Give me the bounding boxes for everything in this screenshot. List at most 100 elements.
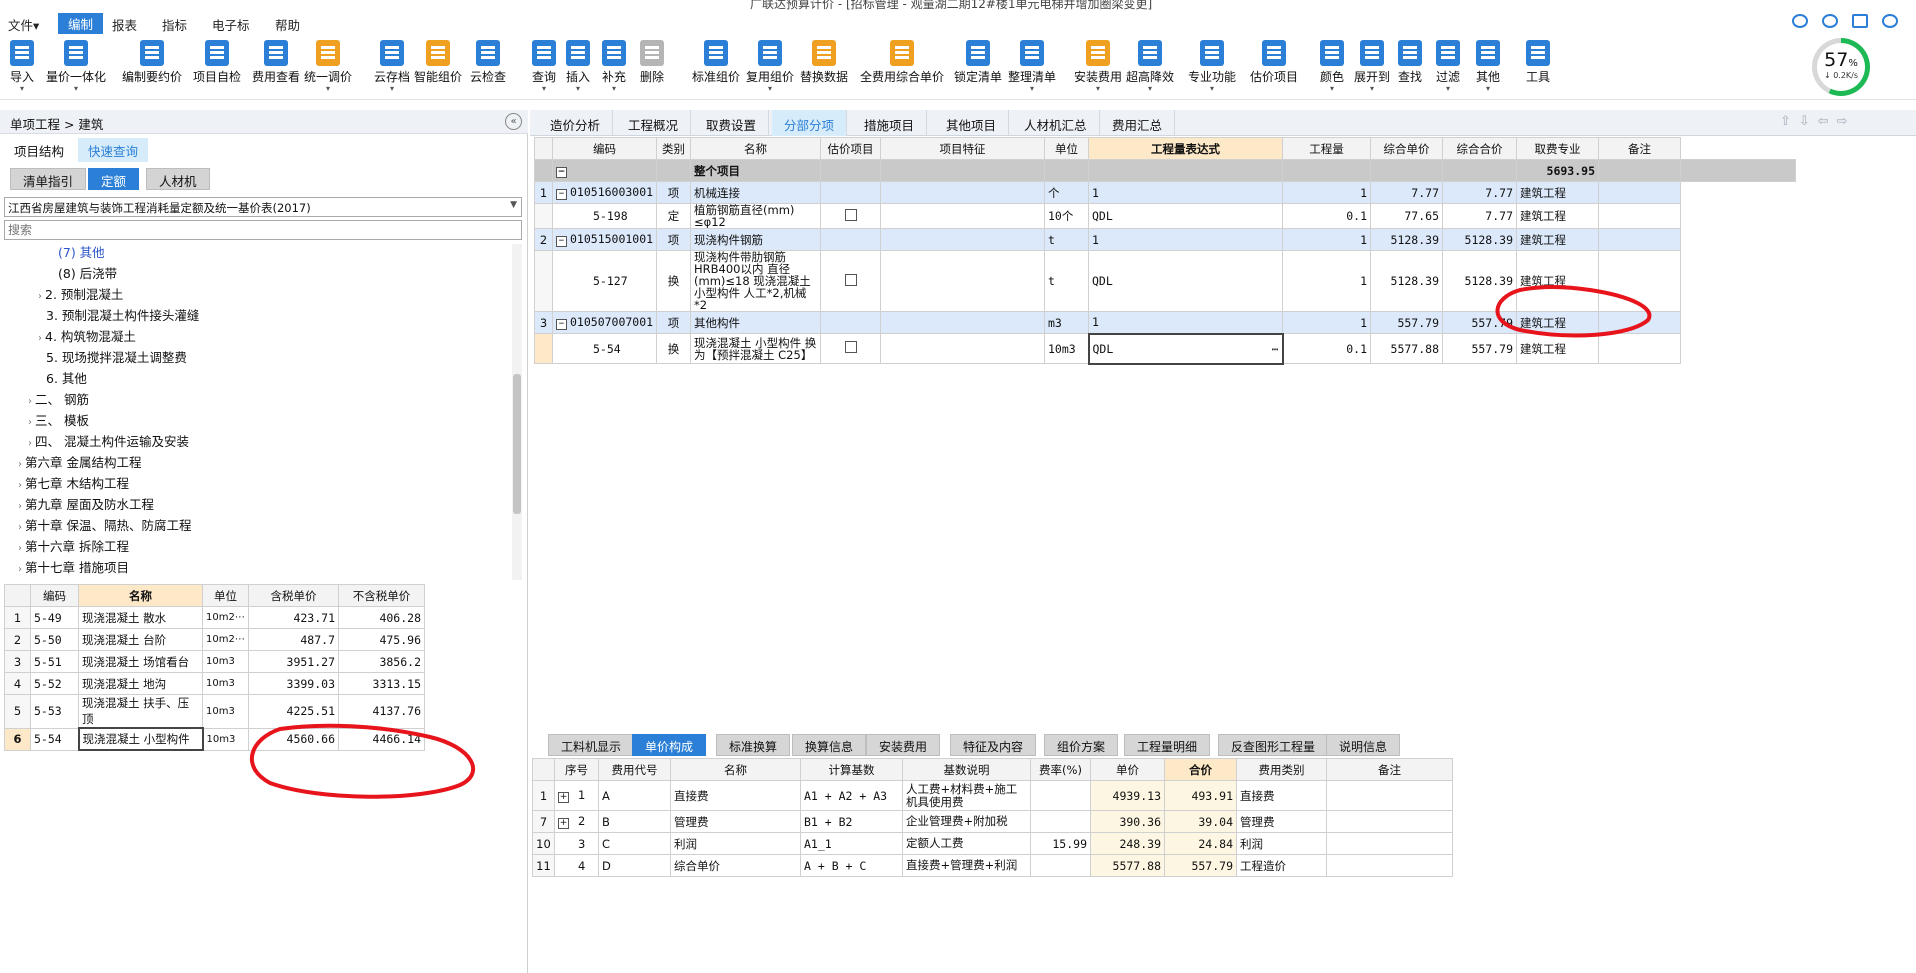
- bill-header[interactable]: 单位: [1044, 137, 1089, 160]
- tree-node[interactable]: › 4. 构筑物混凝土: [38, 326, 136, 345]
- bill-item-row[interactable]: 1−010516003001 项机械连接个 1 1 7.77 7.77 建筑工程: [534, 181, 1796, 204]
- code-cell[interactable]: −010516003001: [552, 181, 657, 204]
- quota-row[interactable]: 5 5-53 现浇混凝土 扶手、压顶 10m3 4225.51 4137.76: [4, 694, 425, 729]
- quota-sub-row[interactable]: 5-198 定植筋钢筋直径(mm) ≤φ12 10个 QDL 0.1 77.65 7.77 建…: [534, 203, 1796, 229]
- expand-chevron-icon[interactable]: ›: [28, 396, 32, 407]
- toolbar-button-6[interactable]: 云存档 ▾: [374, 40, 410, 93]
- tab-project-structure[interactable]: 项目结构: [4, 138, 74, 162]
- detail-tab-2[interactable]: 标准换算: [716, 734, 791, 756]
- tree-scrollbar[interactable]: [512, 244, 522, 580]
- quota-header[interactable]: 单位: [202, 584, 249, 607]
- cost-header[interactable]: 序号: [554, 758, 599, 781]
- seq-cell[interactable]: 4: [554, 854, 599, 877]
- code-cell[interactable]: 5-198: [552, 203, 657, 229]
- bill-header[interactable]: 估价项目: [820, 137, 881, 160]
- cost-header[interactable]: 合价: [1164, 758, 1237, 781]
- detail-tab-3[interactable]: 换算信息: [792, 734, 867, 756]
- toolbar-button-22[interactable]: 估价项目: [1250, 40, 1298, 85]
- tree-node[interactable]: 6. 其他: [46, 368, 87, 387]
- toolbar-button-7[interactable]: 智能组价: [414, 40, 462, 85]
- name-cell[interactable]: 机械连接: [690, 181, 821, 204]
- cost-header[interactable]: 费率(%): [1030, 758, 1091, 781]
- estimate-checkbox[interactable]: [844, 208, 857, 221]
- remark-cell[interactable]: [1326, 780, 1453, 811]
- seq-cell[interactable]: +1: [554, 780, 599, 811]
- feature-cell[interactable]: [880, 250, 1045, 312]
- refresh-icon[interactable]: [1822, 14, 1838, 28]
- name-cell[interactable]: 现浇混凝土 小型构件 换为【预拌混凝土 C25】: [690, 333, 821, 364]
- detail-tab-1[interactable]: 单价构成: [632, 734, 707, 756]
- menu-item-2[interactable]: 报表: [112, 15, 137, 34]
- menu-item-0[interactable]: 文件▾: [8, 15, 39, 34]
- estimate-checkbox[interactable]: [844, 273, 857, 286]
- feature-cell[interactable]: [880, 181, 1045, 204]
- estimate-cell[interactable]: [820, 311, 881, 334]
- quota-library-select[interactable]: 江西省房屋建筑与装饰工程消耗量定额及统一基价表(2017) ▼: [4, 197, 522, 217]
- bill-header[interactable]: 编码: [552, 137, 657, 160]
- quota-row[interactable]: 4 5-52 现浇混凝土 地沟 10m3 3399.03 3313.15: [4, 672, 425, 695]
- expand-chevron-icon[interactable]: ›: [18, 480, 22, 491]
- remark-cell[interactable]: [1598, 181, 1681, 204]
- cost-header[interactable]: 费用类别: [1236, 758, 1327, 781]
- main-tab-7[interactable]: 费用汇总: [1100, 110, 1176, 136]
- name-cell[interactable]: 现浇构件钢筋: [690, 228, 821, 251]
- base-cell[interactable]: B1 + B2: [800, 810, 903, 833]
- toolbar-button-13[interactable]: 标准组价: [692, 40, 740, 85]
- expand-icon[interactable]: +: [558, 792, 569, 803]
- subtab-quota[interactable]: 定额: [88, 168, 140, 190]
- more-icon[interactable]: ⋯: [1272, 342, 1279, 356]
- toolbar-button-0[interactable]: 导入 ▾: [10, 40, 34, 93]
- toolbar-button-2[interactable]: 编制要约价: [122, 40, 182, 85]
- estimate-cell[interactable]: [820, 228, 881, 251]
- expand-chevron-icon[interactable]: ›: [18, 459, 22, 470]
- settings-icon[interactable]: [1852, 14, 1868, 28]
- bill-item-row[interactable]: 3−010507007001 项其他构件 m3 1 1 557.79 557.79 建筑工程: [534, 311, 1796, 334]
- collapse-left-icon[interactable]: «: [505, 113, 522, 130]
- quota-header[interactable]: 不含税单价: [338, 584, 425, 607]
- toolbar-button-4[interactable]: 费用查看: [252, 40, 300, 85]
- cost-header[interactable]: 名称: [670, 758, 801, 781]
- main-tab-4[interactable]: 措施项目: [852, 110, 928, 136]
- expand-chevron-icon[interactable]: ›: [38, 291, 42, 302]
- tab-quick-query[interactable]: 快速查询: [78, 138, 149, 162]
- quota-row[interactable]: 2 5-50 现浇混凝土 台阶 10m2⋯ 487.7 475.96: [4, 628, 425, 651]
- expression-cell[interactable]: 1: [1088, 311, 1283, 334]
- remark-cell[interactable]: [1598, 203, 1681, 229]
- tree-node[interactable]: › 第九章 屋面及防水工程: [18, 494, 154, 513]
- toolbar-button-10[interactable]: 插入 ▾: [566, 40, 590, 93]
- base-cell[interactable]: A1_1: [800, 832, 903, 855]
- toolbar-button-14[interactable]: 复用组价 ▾: [746, 40, 794, 93]
- expand-chevron-icon[interactable]: ›: [18, 564, 22, 575]
- expression-cell[interactable]: QDL: [1088, 203, 1283, 229]
- cost-row[interactable]: 11 4 D 综合单价 A + B + C 直接费+管理费+利润 5577.88 557.79…: [532, 854, 1453, 877]
- detail-tab-9[interactable]: 说明信息: [1326, 734, 1401, 756]
- toolbar-button-20[interactable]: 超高降效 ▾: [1126, 40, 1174, 93]
- collapse-icon[interactable]: −: [556, 319, 567, 330]
- collapse-icon[interactable]: −: [556, 189, 567, 200]
- tree-node[interactable]: (8) 后浇带: [58, 263, 117, 282]
- estimate-cell[interactable]: [820, 203, 881, 229]
- menu-item-5[interactable]: 帮助: [275, 15, 300, 34]
- collapse-cell[interactable]: −: [552, 159, 657, 182]
- quota-header[interactable]: 含税单价: [248, 584, 339, 607]
- main-tab-1[interactable]: 工程概况: [616, 110, 692, 136]
- toolbar-button-26[interactable]: 过滤 ▾: [1436, 40, 1460, 93]
- toolbar-button-1[interactable]: 量价一体化 ▾: [46, 40, 106, 93]
- estimate-cell[interactable]: [820, 250, 881, 312]
- toolbar-button-11[interactable]: 补充 ▾: [602, 40, 626, 93]
- total-row[interactable]: − 整个项目 5693.95: [534, 159, 1796, 182]
- toolbar-button-8[interactable]: 云检查: [470, 40, 506, 85]
- estimate-cell[interactable]: [820, 333, 881, 364]
- detail-tab-0[interactable]: 工料机显示: [548, 734, 635, 756]
- info-icon[interactable]: [1882, 14, 1898, 28]
- toolbar-button-28[interactable]: 工具: [1526, 40, 1550, 85]
- bill-item-row[interactable]: 2−010515001001 项现浇构件钢筋 t 1 1 5128.39 5128.39 建筑…: [534, 228, 1796, 251]
- toolbar-button-21[interactable]: 专业功能 ▾: [1188, 40, 1236, 93]
- collapse-icon[interactable]: −: [556, 167, 567, 178]
- toolbar-button-24[interactable]: 展开到 ▾: [1354, 40, 1390, 93]
- toolbar-button-3[interactable]: 项目自检: [193, 40, 241, 85]
- subtab-list-guide[interactable]: 清单指引: [10, 168, 87, 190]
- bill-header[interactable]: 项目特征: [880, 137, 1045, 160]
- toolbar-button-18[interactable]: 整理清单 ▾: [1008, 40, 1056, 93]
- detail-tab-7[interactable]: 工程量明细: [1124, 734, 1211, 756]
